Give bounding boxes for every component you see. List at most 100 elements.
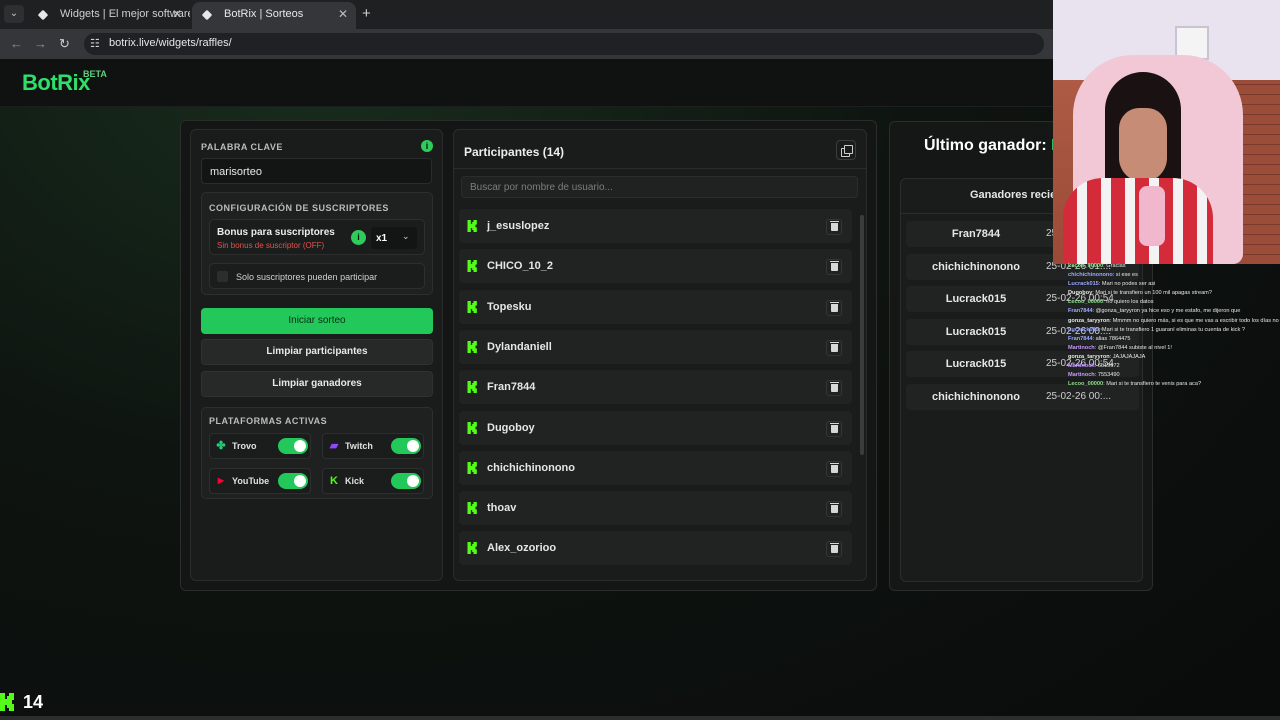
trash-icon[interactable] — [826, 259, 842, 276]
chat-message: gonza_taryyron: JAJAJAJAJA — [1068, 353, 1280, 362]
chat-text: : 6519672 — [1094, 363, 1120, 370]
chat-overlay: Lecoo_00000: Gracias chichichinonono: si … — [1068, 262, 1280, 389]
browser-tab-widgets[interactable]: Widgets | El mejor software par ✕ — [28, 2, 190, 29]
platform-twitch: ▰ Twitch — [322, 433, 424, 459]
chat-username: Fran7844 — [1068, 335, 1093, 342]
participants-title: Participantes (14) — [464, 145, 565, 159]
forward-arrow-icon[interactable]: → — [34, 36, 47, 51]
tab-title: BotRix | Sorteos — [224, 8, 304, 20]
chat-text: : @gonza_taryyron ya hice eso y me estaf… — [1092, 308, 1241, 315]
participant-name: j_esuslopez — [487, 220, 550, 232]
chat-text: : Mari si te transfiero te venis para ac… — [1103, 381, 1202, 388]
platform-name: Trovo — [232, 441, 257, 451]
chat-message: Martinoch: @Fran7844 subiste al nivel 1! — [1068, 344, 1280, 353]
close-tab-icon[interactable]: ✕ — [338, 2, 348, 27]
participant-row: Dugoboy — [459, 410, 852, 445]
chevron-down-icon: ⌄ — [402, 231, 410, 241]
participant-row: Dylandaniell — [459, 329, 852, 364]
info-icon[interactable]: i — [421, 140, 433, 152]
winner-name: Lucrack015 — [945, 325, 1007, 338]
trash-icon[interactable] — [826, 460, 842, 477]
chat-message: Lucrack015: Mari no podes ser asi — [1068, 280, 1280, 289]
settings-column: PALABRA CLAVE i marisorteo CONFIGURACIÓN… — [190, 129, 443, 581]
viewer-count: 14 — [23, 692, 44, 712]
participant-name: Fran7844 — [487, 381, 536, 394]
participant-search-input[interactable]: Buscar por nombre de usuario... — [461, 176, 858, 198]
trash-icon[interactable] — [826, 219, 842, 235]
webcam-microphone — [1139, 186, 1165, 246]
chat-message: Lecoo_00000: Gracias — [1068, 262, 1280, 271]
trash-icon[interactable] — [826, 299, 842, 316]
kick-toggle[interactable] — [391, 473, 421, 489]
kick-icon — [467, 381, 477, 394]
chat-username: Martinoch — [1068, 344, 1095, 351]
copy-icon[interactable] — [836, 140, 856, 160]
chat-message: Fran7844: alias 7864475 — [1068, 335, 1280, 344]
tab-search-button[interactable]: ⌄ — [4, 5, 24, 23]
subs-config-box: CONFIGURACIÓN DE SUSCRIPTORES Bonus para… — [201, 192, 433, 295]
subs-only-row[interactable]: Solo suscriptores pueden participar — [209, 263, 425, 289]
botrix-favicon-icon — [37, 9, 49, 21]
chat-text: : Gracias — [1103, 263, 1126, 269]
chat-username: Lucrack015 — [1068, 281, 1099, 288]
address-bar[interactable]: ☷ botrix.live/widgets/raffles/ — [84, 33, 1044, 55]
chat-message: Martinoch: 6519672 — [1068, 362, 1280, 371]
kick-icon — [467, 461, 477, 474]
youtube-toggle[interactable] — [278, 473, 308, 489]
subs-bonus-row: Bonus para suscriptores Sin bonus de sus… — [209, 219, 425, 255]
clear-participants-button[interactable]: Limpiar participantes — [201, 339, 433, 365]
kick-icon — [467, 300, 477, 313]
multiplier-value: x1 — [376, 233, 388, 244]
chat-text: : Mmmm no quiero más, si es que me vas a… — [1109, 317, 1279, 324]
chat-username: chichichinonono — [1068, 272, 1113, 279]
subs-only-checkbox[interactable] — [217, 271, 228, 282]
multiplier-select[interactable]: x1 ⌄ — [371, 227, 417, 249]
participant-row: Topesku — [459, 289, 852, 324]
trash-icon[interactable] — [826, 380, 842, 397]
trash-icon[interactable] — [826, 420, 842, 437]
participant-name: Topesku — [487, 300, 532, 313]
start-raffle-button[interactable]: Iniciar sorteo — [201, 308, 433, 334]
participant-name: Dugoboy — [487, 421, 535, 434]
chat-username: Lecoo_00000 — [1068, 263, 1104, 269]
close-tab-icon[interactable]: ✕ — [172, 2, 182, 27]
chat-username: Lecoo_00000 — [1068, 299, 1104, 306]
twitch-toggle[interactable] — [391, 438, 421, 454]
kick-icon: K — [330, 475, 338, 487]
reload-icon[interactable]: ↻ — [59, 36, 70, 52]
chat-message: gonza_taryyron: Mmmm no quiero más, si e… — [1068, 317, 1280, 326]
youtube-icon: ▶ — [217, 476, 225, 485]
chat-text: : alias 7864475 — [1092, 335, 1131, 342]
participants-scrollbar[interactable] — [860, 215, 864, 455]
last-winner-label: Último ganador: — [924, 137, 1047, 154]
chat-text: : Mari si te transfiero un 100 mil apaga… — [1092, 290, 1212, 297]
browser-tab-sorteos[interactable]: BotRix | Sorteos ✕ — [192, 2, 356, 29]
subs-only-label: Solo suscriptores pueden participar — [236, 272, 378, 282]
winner-name: Lucrack015 — [945, 358, 1007, 371]
trovo-toggle[interactable] — [278, 438, 308, 454]
participant-name: thoav — [487, 502, 517, 515]
chat-username: Lecoo_00000 — [1068, 381, 1104, 388]
participant-row: j_esuslopez — [459, 209, 852, 243]
chat-message: Fran7844: @gonza_taryyron ya hice eso y … — [1068, 307, 1280, 316]
kick-icon — [467, 260, 477, 273]
chat-username: gonza_taryyron — [1068, 353, 1110, 360]
keyword-input[interactable]: marisorteo — [201, 158, 432, 184]
new-tab-icon[interactable]: + — [362, 5, 371, 22]
clear-winners-button[interactable]: Limpiar ganadores — [201, 371, 433, 397]
beta-badge: BETA — [83, 69, 107, 79]
last-winner-heading: Último ganador: F — [924, 137, 1061, 155]
site-settings-icon[interactable]: ☷ — [90, 37, 100, 50]
participant-name: Alex_ozorioo — [487, 542, 557, 555]
platform-trovo: ✤ Trovo — [209, 433, 311, 459]
trash-icon[interactable] — [826, 541, 842, 558]
info-icon[interactable]: i — [351, 230, 366, 245]
back-arrow-icon[interactable]: ← — [10, 36, 23, 51]
winner-date: 25-02-26 00:... — [1046, 391, 1112, 402]
trash-icon[interactable] — [826, 501, 842, 518]
trash-icon[interactable] — [826, 339, 842, 356]
bottom-strip — [0, 716, 1280, 720]
url-text: botrix.live/widgets/raffles/ — [109, 37, 232, 49]
platform-kick: K Kick — [322, 468, 424, 494]
botrix-logo[interactable]: BotRix — [22, 70, 90, 96]
